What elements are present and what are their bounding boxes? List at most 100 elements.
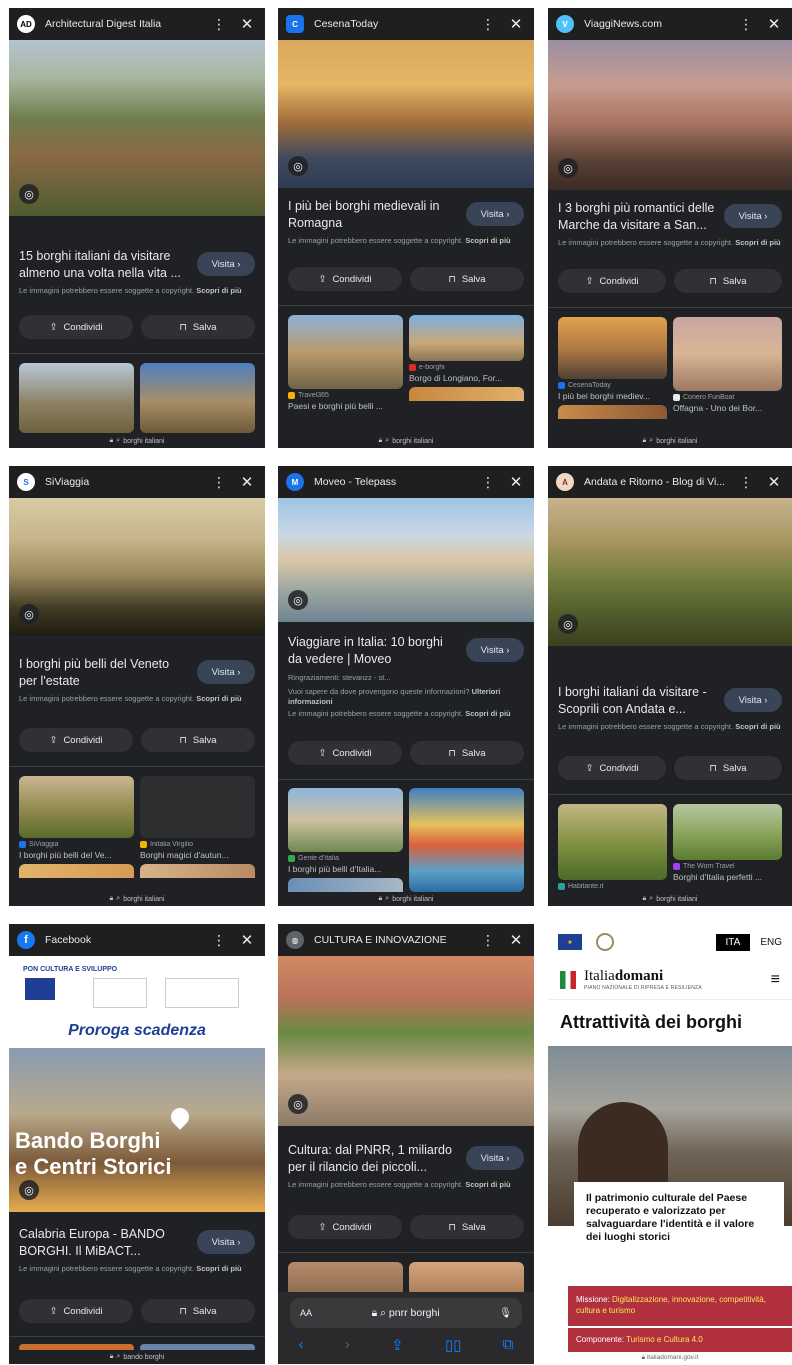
lens-icon[interactable]: ◎ — [19, 604, 39, 624]
related-thumb[interactable]: Habitante.it — [558, 804, 667, 890]
hamburger-menu-icon[interactable]: ≡ — [771, 971, 780, 989]
hero-image[interactable]: ◎ — [278, 956, 534, 1126]
learn-more-link[interactable]: Scopri di più — [196, 694, 241, 703]
hero-image[interactable]: ◎ — [548, 498, 792, 646]
close-icon[interactable]: ✕ — [237, 15, 257, 33]
related-thumb[interactable]: Travel365 Paesi e borghi più belli ... — [288, 315, 403, 411]
result-title[interactable]: I 3 borghi più romantici delle Marche da… — [558, 200, 726, 234]
share-button[interactable]: ⇪ Condividi — [288, 1215, 402, 1239]
close-icon[interactable]: ✕ — [506, 15, 526, 33]
search-footer[interactable]: 🔒︎ ⌕ borghi italiani — [9, 892, 265, 906]
more-options-icon[interactable]: ⋮ — [736, 474, 756, 491]
more-options-icon[interactable]: ⋮ — [478, 932, 498, 949]
learn-more-link[interactable]: Scopri di più — [735, 722, 780, 731]
search-footer[interactable]: 🔒︎ ⌕ bando borghi — [9, 1350, 265, 1364]
hero-image[interactable]: ◎ — [278, 498, 534, 622]
tabs-icon[interactable]: ⧉ — [503, 1336, 514, 1354]
learn-more-link[interactable]: Scopri di più — [465, 1180, 510, 1189]
related-thumb[interactable] — [19, 363, 134, 433]
lens-icon[interactable]: ◎ — [288, 156, 308, 176]
more-options-icon[interactable]: ⋮ — [209, 474, 229, 491]
related-thumb[interactable] — [288, 1262, 403, 1296]
lang-eng[interactable]: ENG — [760, 937, 782, 948]
more-options-icon[interactable]: ⋮ — [736, 16, 756, 33]
visit-button[interactable]: Visita › — [724, 688, 782, 712]
close-icon[interactable]: ✕ — [764, 15, 784, 33]
share-button[interactable]: ⇪ Condividi — [288, 741, 402, 765]
address-text[interactable]: pnrr borghi — [389, 1307, 440, 1319]
save-button[interactable]: ⊓ Salva — [141, 728, 255, 752]
site-name[interactable]: SiViaggia — [45, 476, 205, 488]
site-logo[interactable]: Italiadomani — [584, 968, 702, 985]
save-button[interactable]: ⊓ Salva — [410, 741, 524, 765]
close-icon[interactable]: ✕ — [764, 473, 784, 491]
share-button[interactable]: ⇪ Condividi — [19, 315, 133, 339]
save-button[interactable]: ⊓ Salva — [674, 756, 782, 780]
back-icon[interactable]: ‹ — [299, 1336, 304, 1354]
site-name[interactable]: CesenaToday — [314, 18, 474, 30]
lens-icon[interactable]: ◎ — [288, 590, 308, 610]
save-button[interactable]: ⊓ Salva — [410, 1215, 524, 1239]
visit-button[interactable]: Visita › — [466, 202, 524, 226]
search-footer[interactable]: 🔒︎ ⌕ borghi italiani — [548, 434, 792, 448]
related-thumb[interactable]: e-borghi Borgo di Longiano, For... — [409, 315, 524, 411]
related-thumb[interactable] — [140, 363, 255, 433]
microphone-icon[interactable]: 🎙︎ — [499, 1308, 512, 1319]
hero-image[interactable]: ◎ — [548, 40, 792, 190]
lens-icon[interactable]: ◎ — [558, 158, 578, 178]
more-options-icon[interactable]: ⋮ — [209, 932, 229, 949]
learn-more-link[interactable]: Scopri di più — [465, 236, 510, 245]
result-title[interactable]: Calabria Europa - BANDO BORGHI. Il MiBAC… — [19, 1226, 187, 1260]
lang-ita[interactable]: ITA — [715, 933, 751, 951]
related-thumb[interactable]: SiViaggia I borghi più belli del Ve... — [19, 776, 134, 878]
close-icon[interactable]: ✕ — [506, 473, 526, 491]
learn-more-link[interactable]: Scopri di più — [465, 709, 510, 718]
learn-more-link[interactable]: Scopri di più — [196, 1264, 241, 1273]
save-button[interactable]: ⊓ Salva — [674, 269, 782, 293]
address-bar[interactable]: AA 🔒︎ ⌕ pnrr borghi 🎙︎ — [290, 1298, 522, 1328]
bookmarks-icon[interactable]: ▯▯ — [445, 1336, 462, 1354]
related-thumb[interactable]: CesenaToday I più bei borghi mediev... — [558, 317, 667, 419]
visit-button[interactable]: Visita › — [197, 660, 255, 684]
close-icon[interactable]: ✕ — [237, 931, 257, 949]
search-footer[interactable]: 🔒︎ ⌕ borghi italiani — [9, 434, 265, 448]
more-options-icon[interactable]: ⋮ — [478, 474, 498, 491]
search-footer[interactable]: 🔒︎ ⌕ borghi italiani — [278, 434, 534, 448]
url-footer[interactable]: 🔒︎ italiadomani.gov.it — [548, 1354, 792, 1364]
share-button[interactable]: ⇪ Condividi — [19, 728, 133, 752]
search-footer[interactable]: 🔒︎ ⌕ borghi italiani — [548, 892, 792, 906]
related-thumb[interactable] — [409, 788, 524, 892]
visit-button[interactable]: Visita › — [466, 638, 524, 662]
site-name[interactable]: Andata e Ritorno - Blog di Vi... — [584, 476, 732, 488]
save-button[interactable]: ⊓ Salva — [410, 267, 524, 291]
result-title[interactable]: I borghi più belli del Veneto per l'esta… — [19, 656, 187, 690]
more-options-icon[interactable]: ⋮ — [209, 16, 229, 33]
more-options-icon[interactable]: ⋮ — [478, 16, 498, 33]
site-name[interactable]: ViaggiNews.com — [584, 18, 732, 30]
related-thumb[interactable]: The Worn Travel Borghi d'Italia perfetti… — [673, 804, 782, 890]
share-button[interactable]: ⇪ Condividi — [558, 756, 666, 780]
close-icon[interactable]: ✕ — [506, 931, 526, 949]
related-thumb[interactable]: Gente d'Italia I borghi più belli d'Ital… — [288, 788, 403, 892]
hero-image[interactable]: PON CULTURA E SVILUPPO Proroga scadenza … — [9, 956, 265, 1212]
result-title[interactable]: I borghi italiani da visitare - Scoprili… — [558, 684, 726, 718]
visit-button[interactable]: Visita › — [197, 252, 255, 276]
result-title[interactable]: Cultura: dal PNRR, 1 miliardo per il ril… — [288, 1142, 456, 1176]
hero-image[interactable]: ◎ — [278, 40, 534, 188]
visit-button[interactable]: Visita › — [197, 1230, 255, 1254]
site-name[interactable]: CULTURA E INNOVAZIONE — [314, 934, 474, 946]
lens-icon[interactable]: ◎ — [288, 1094, 308, 1114]
result-title[interactable]: I più bei borghi medievali in Romagna — [288, 198, 456, 232]
lens-icon[interactable]: ◎ — [558, 614, 578, 634]
related-thumb[interactable]: Conero FunBoat Offagna - Uno dei Bor... — [673, 317, 782, 419]
hero-image[interactable]: ◎ — [9, 40, 265, 216]
site-name[interactable]: Facebook — [45, 934, 205, 946]
visit-button[interactable]: Visita › — [466, 1146, 524, 1170]
site-name[interactable]: Moveo - Telepass — [314, 476, 474, 488]
learn-more-link[interactable]: Scopri di più — [196, 286, 241, 295]
related-thumb[interactable] — [409, 1262, 524, 1296]
lens-icon[interactable]: ◎ — [19, 1180, 39, 1200]
text-size-button[interactable]: AA — [300, 1308, 312, 1318]
related-thumb[interactable]: Initalia Virgilio Borghi magici d'autun.… — [140, 776, 255, 878]
forward-icon[interactable]: › — [345, 1336, 350, 1354]
